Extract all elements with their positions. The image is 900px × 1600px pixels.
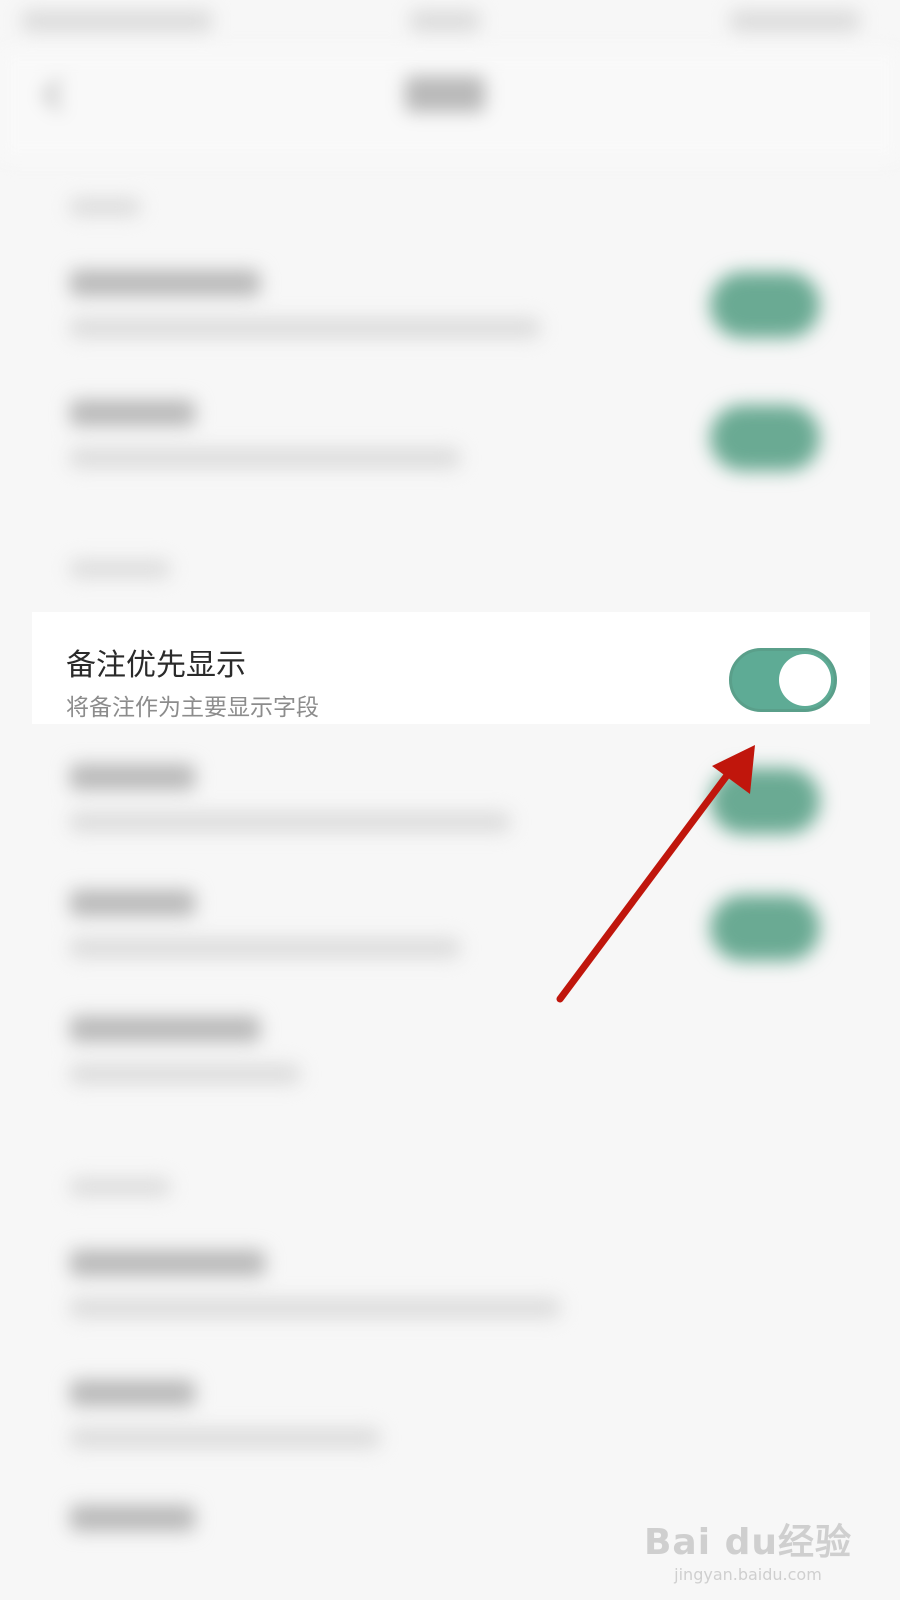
blurred-toggle [710, 405, 820, 471]
blurred-toggle [710, 768, 820, 834]
watermark-logo: Bai du经验 [643, 1522, 852, 1563]
toggle-knob [779, 654, 831, 706]
note-priority-toggle[interactable] [729, 648, 837, 712]
baidu-watermark: Bai du经验 jingyan.baidu.com [644, 1513, 852, 1584]
top-bar [0, 50, 900, 160]
blurred-toggle [710, 272, 820, 338]
status-bar [0, 0, 900, 50]
back-icon[interactable] [43, 79, 75, 111]
setting-row-note-priority[interactable]: 备注优先显示 将备注作为主要显示字段 [32, 612, 870, 724]
setting-title: 备注优先显示 [66, 648, 246, 683]
setting-subtitle: 将备注作为主要显示字段 [66, 695, 319, 721]
blurred-toggle [710, 895, 820, 961]
watermark-url: jingyan.baidu.com [674, 1565, 822, 1584]
